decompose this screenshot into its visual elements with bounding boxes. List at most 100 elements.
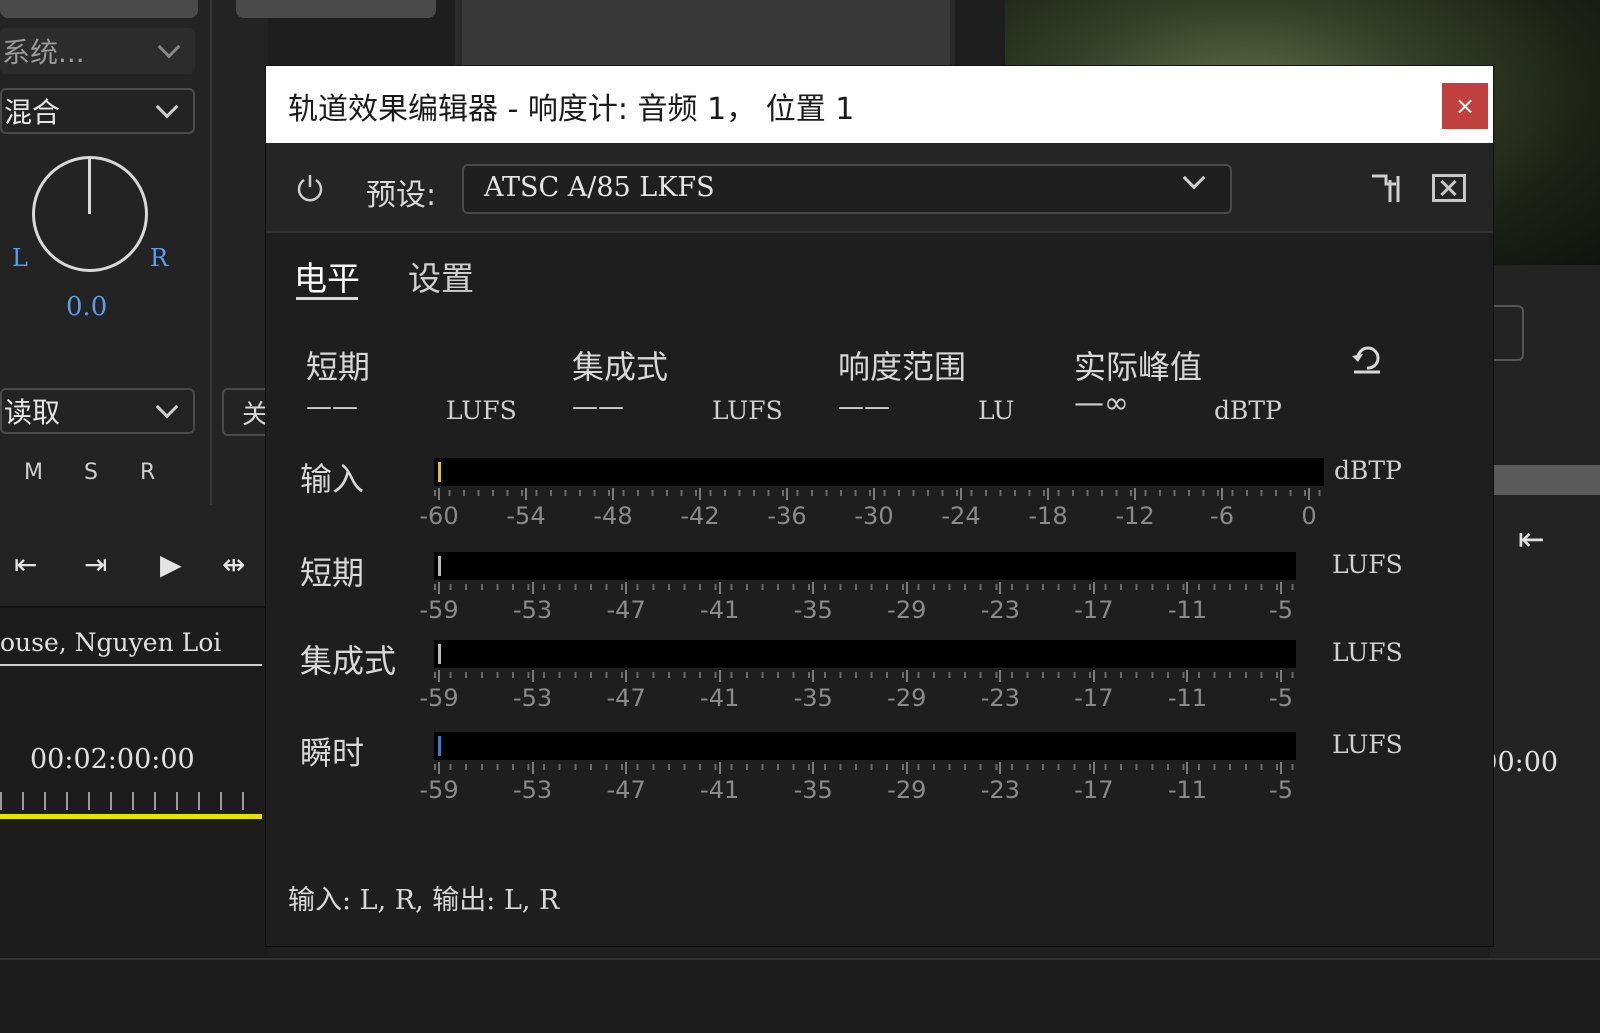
meter-label-momentary: 瞬时 [300,734,365,772]
tick-label: -17 [1074,684,1114,712]
peak-marker [438,462,441,482]
major-tick [525,488,527,500]
major-tick [438,762,440,774]
pan-right-label: R [150,244,169,272]
major-tick [718,582,721,594]
major-tick [1221,488,1223,500]
tick-label: -53 [512,776,553,804]
tick-label: -6 [1210,502,1234,530]
meter-label-short-term: 短期 [300,554,365,592]
major-tick [1092,582,1095,594]
tick-label: -11 [1167,776,1208,804]
tick-label: -29 [887,776,927,804]
tick-label: -59 [419,684,459,712]
record-button[interactable]: R [140,460,157,485]
major-tick [960,488,962,500]
major-tick [786,488,788,500]
tick-label: -23 [980,684,1020,712]
major-tick [1308,488,1310,500]
partial-button-label: 关 [242,400,269,430]
go-to-out-icon[interactable]: ⇥ [84,548,107,581]
major-tick [999,582,1002,594]
tick-label: -59 [419,776,459,804]
track-effect-editor-dialog: 轨道效果编辑器 - 响度计: 音频 1， 位置 1 × 预设: ATSC A/8… [266,66,1493,946]
time-ruler[interactable] [0,792,262,810]
play-in-to-out-icon[interactable]: ⇹ [222,548,245,581]
system-dropdown-label: 系统... [2,36,85,69]
meter-bar-momentary [434,732,1296,760]
tick-label: -35 [793,684,833,712]
go-to-in-icon[interactable]: ⇤ [1518,520,1545,558]
major-tick [625,582,628,594]
top-button-left[interactable] [0,0,198,18]
tick-label: -12 [1115,502,1155,530]
meter-bar-integrated [434,640,1296,668]
chevron-down-icon [157,35,181,59]
chevron-down-icon [155,95,179,119]
major-tick [812,582,815,594]
meter-label-input: 输入 [300,460,365,498]
bottom-panel [0,958,1600,1033]
program-panel-edge-inner [462,0,950,66]
blend-mode-dropdown[interactable]: 混合 [0,88,195,134]
major-tick [1280,762,1282,774]
tick-label: -60 [419,502,459,530]
major-tick [531,762,534,774]
major-tick [1047,488,1049,500]
pan-value[interactable]: 0.0 [66,292,107,322]
pan-knob-indicator [88,156,91,214]
work-area-bar[interactable] [0,814,262,819]
tick-label: -5 [1269,776,1293,804]
meter-scale-short-term [434,584,1296,590]
major-tick [699,488,701,500]
automation-dropdown[interactable]: 读取 [0,388,195,434]
partial-button[interactable]: 关 [222,388,272,436]
major-tick [718,670,721,682]
tick-label: -18 [1028,502,1068,530]
peak-marker [438,556,441,576]
tick-label: -29 [887,684,927,712]
mute-button[interactable]: M [24,460,45,485]
tick-label: -35 [793,596,833,624]
sequence-tab-underline [0,664,262,666]
tick-label: -41 [700,684,740,712]
major-tick [718,762,721,774]
tick-label: -5 [1269,596,1293,624]
major-tick [438,488,440,500]
major-tick [531,582,534,594]
major-tick [1280,582,1282,594]
play-icon[interactable]: ▶ [160,548,182,581]
meter-label-integrated: 集成式 [300,642,397,680]
solo-button[interactable]: S [84,460,100,485]
sequence-tab[interactable]: ouse, Nguyen Loi [0,628,221,657]
io-channels-info: 输入: L, R, 输出: L, R [288,885,560,916]
column-divider [210,0,212,505]
major-tick [812,762,815,774]
tick-label: -11 [1167,596,1208,624]
tick-label: -47 [606,684,646,712]
tick-label: -17 [1074,596,1114,624]
tick-label: -42 [680,502,720,530]
tick-label: -29 [887,596,927,624]
tick-label: -23 [980,596,1020,624]
meter-scale-input [434,490,1324,496]
system-dropdown[interactable]: 系统... [0,28,195,74]
tick-label: -17 [1074,776,1114,804]
top-button-right[interactable] [236,0,436,18]
meter-unit-input: dBTP [1334,456,1402,485]
go-to-in-icon[interactable]: ⇤ [14,548,37,581]
major-tick [1092,670,1095,682]
playhead-timecode[interactable]: 00:02:00:00 [30,744,195,775]
tick-label: -47 [606,596,646,624]
right-panel: ⇤ 7:00:00 [1454,265,1600,960]
meter-scale-momentary [434,764,1296,770]
major-tick [612,488,614,500]
major-tick [1186,670,1189,682]
peak-marker [438,736,441,756]
major-tick [905,762,908,774]
timeline-panel: ouse, Nguyen Loi 00:02:00:00 [0,608,268,968]
major-tick [1186,582,1189,594]
tick-label: -47 [606,776,646,804]
tick-label: -41 [700,596,740,624]
tick-label: -59 [419,596,459,624]
